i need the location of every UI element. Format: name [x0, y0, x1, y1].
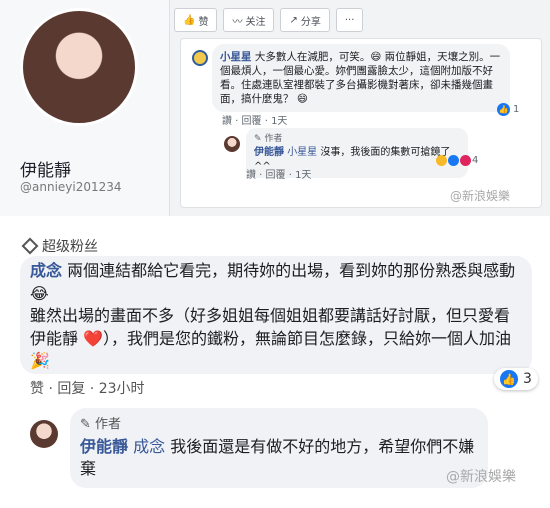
commenter-name[interactable]: 小星星	[220, 51, 252, 63]
haha-icon	[436, 155, 447, 166]
like-icon: 👍	[500, 370, 518, 388]
like-react-icon	[448, 155, 459, 166]
super-fan-label: 超级粉丝	[42, 239, 98, 255]
more-label: ···	[344, 14, 355, 26]
follow-button[interactable]: 〰关注	[223, 8, 275, 32]
fan-like-number: 3	[523, 371, 532, 387]
author-tag-label: 作者	[264, 134, 283, 144]
super-fan-badge: 超级粉丝	[21, 236, 98, 256]
like-icon: 👍	[497, 103, 510, 116]
comment-like-count[interactable]: 👍 1	[497, 103, 519, 116]
fan-like-count[interactable]: 👍 3	[494, 368, 538, 390]
rss-icon: 〰	[232, 16, 243, 28]
comment-text: 大多數人在減肥，可笑。😄 兩位靜姐，天壤之別。一個最煩人，一個最心愛。妳們團露臉…	[220, 51, 501, 105]
comment-bubble: 小星星 大多數人在減肥，可笑。😄 兩位靜姐，天壤之別。一個最煩人，一個最心愛。妳…	[212, 44, 510, 112]
profile-name[interactable]: 伊能靜	[20, 156, 71, 181]
like-button[interactable]: 👍 赞	[174, 8, 218, 32]
profile-handle: @annieyi201234	[20, 180, 122, 194]
author-badge: ✎ 作者	[254, 134, 283, 144]
reaction-count: 4	[472, 155, 479, 166]
action-toolbar: 👍 赞 〰关注 ↗ 分享 ···	[174, 8, 364, 32]
profile-avatar[interactable]	[20, 8, 138, 126]
fan-comment-bubble: 成念 兩個連結都給它看完，期待妳的出場，看到妳的那份熟悉與感動 😂 雖然出場的畫…	[20, 256, 532, 374]
like-label: 赞	[198, 16, 209, 28]
share-label: 分享	[300, 16, 321, 28]
author-reply-name[interactable]: 伊能靜	[80, 437, 128, 456]
author-reply-avatar[interactable]	[30, 420, 58, 448]
fan-comment-meta[interactable]: 赞 · 回复 · 23小时	[30, 378, 145, 398]
more-button[interactable]: ···	[335, 8, 364, 32]
diamond-icon	[21, 237, 39, 255]
reply-mention[interactable]: 小星星	[287, 147, 317, 158]
comment-meta[interactable]: 讚 · 回覆 · 1天	[222, 112, 287, 127]
reply-reactions[interactable]: 4	[436, 155, 478, 166]
reply-avatar[interactable]	[224, 136, 240, 152]
like-count: 1	[513, 104, 520, 115]
reply-author-name[interactable]: 伊能靜	[254, 147, 284, 158]
author-tag-label: 作者	[95, 417, 122, 432]
fan-comment-text: 兩個連結都給它看完，期待妳的出場，看到妳的那份熟悉與感動 😂 雖然出場的畫面不多…	[30, 261, 516, 370]
share-arrow-icon: ↗	[289, 14, 298, 26]
author-badge: ✎ 作者	[80, 417, 122, 432]
love-icon	[460, 155, 471, 166]
author-reply-bubble: ✎ 作者 伊能靜 成念 我後面還是有做不好的地方，希望你們不嫌棄	[70, 408, 488, 488]
author-reply-mention[interactable]: 成念	[133, 437, 165, 456]
reply-meta[interactable]: 讚 · 回覆 · 1天	[246, 166, 311, 181]
watermark-bottom: @新浪娛樂	[446, 469, 516, 485]
fan-commenter-name[interactable]: 成念	[30, 261, 62, 280]
watermark-top: @新浪娛樂	[450, 189, 511, 203]
share-button[interactable]: ↗ 分享	[280, 8, 330, 32]
commenter-avatar-icon[interactable]	[192, 50, 208, 66]
thumbs-up-icon: 👍	[183, 14, 196, 26]
follow-label: 关注	[245, 16, 266, 28]
